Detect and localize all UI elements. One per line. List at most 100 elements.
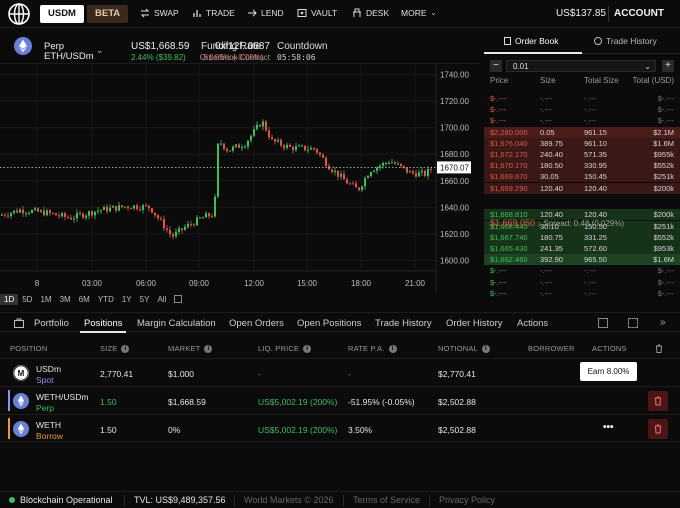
candle-body xyxy=(202,217,204,219)
tick-size-value: 0.01 xyxy=(513,62,529,71)
ob-total-size: 330.95 xyxy=(584,161,607,171)
candle-body xyxy=(211,216,213,218)
bid-row[interactable]: $1,662.460 392.90 965.50 $1.6M xyxy=(484,254,680,266)
timeframe-5y[interactable]: 5Y xyxy=(136,294,154,305)
ob-total-size: -.--- xyxy=(584,116,597,126)
tab-trade-history[interactable]: Trade History xyxy=(594,36,657,46)
nav-vault[interactable]: VAULT xyxy=(297,8,337,18)
nav-trade[interactable]: TRADE xyxy=(192,8,235,18)
privacy-link[interactable]: Privacy Policy xyxy=(439,495,495,505)
empty-book-row[interactable]: $-.--- -.--- -.--- $-.--- xyxy=(484,104,680,115)
candle-body xyxy=(199,217,201,219)
empty-book-row[interactable]: $-.--- -.--- -.--- $-.--- xyxy=(484,115,680,126)
candle-body xyxy=(292,146,294,151)
ob-total-size: -.--- xyxy=(584,288,597,298)
tab-order-history[interactable]: Order History xyxy=(446,318,502,329)
timeframe-5d[interactable]: 5D xyxy=(18,294,36,305)
candle-body xyxy=(388,162,390,164)
candle-body xyxy=(253,129,255,136)
ask-row[interactable]: $1,672.170 240.40 571.35 $955k xyxy=(484,149,680,160)
timeframe-1d[interactable]: 1D xyxy=(0,293,19,305)
nav-usdm-button[interactable]: USDM xyxy=(40,5,84,23)
candle-body xyxy=(109,207,111,212)
tab-open-positions[interactable]: Open Positions xyxy=(297,318,361,329)
candle-body xyxy=(352,183,354,185)
tab-positions[interactable]: Positions xyxy=(84,318,123,329)
info-icon[interactable]: i xyxy=(121,344,130,353)
layout-icon[interactable] xyxy=(598,318,608,328)
candle-body xyxy=(304,145,306,151)
top-nav: USDM BETA SWAP TRADE LEND VAULT DESK MOR… xyxy=(0,0,680,28)
timeframe-6m[interactable]: 6M xyxy=(75,294,94,305)
candle-body xyxy=(10,212,12,216)
candle-body xyxy=(241,147,243,149)
close-position-button[interactable] xyxy=(648,419,668,439)
tab-actions[interactable]: Actions xyxy=(517,318,548,329)
tab-trade-history-bottom[interactable]: Trade History xyxy=(375,318,432,329)
pair-name[interactable]: ETH/USDm xyxy=(44,51,94,62)
tab-open-orders[interactable]: Open Orders xyxy=(229,318,284,329)
empty-book-row[interactable]: $-.--- -.--- -.--- $-.--- xyxy=(484,265,680,276)
tab-order-book[interactable]: Order Book xyxy=(504,36,558,46)
tick-increase-button[interactable]: + xyxy=(662,60,674,72)
ask-row[interactable]: $1,670.170 180.50 330.95 $552k xyxy=(484,160,680,172)
bid-row[interactable]: $1,665.430 241.35 572.60 $953k xyxy=(484,243,680,255)
timeframe-all[interactable]: All xyxy=(153,294,170,305)
close-position-button[interactable] xyxy=(648,391,668,411)
price-chart[interactable]: 1740.00 1720.00 1700.00 1680.00 1670.07 1660.… xyxy=(0,64,480,292)
candle-body xyxy=(157,215,159,219)
ob-total-usd: $-.--- xyxy=(657,116,674,126)
more-options-icon[interactable]: ••• xyxy=(603,422,614,433)
nav-swap[interactable]: SWAP xyxy=(140,8,179,18)
double-chevron-right-icon[interactable]: » xyxy=(660,318,670,328)
ob-price: $1,667.740 xyxy=(490,232,528,242)
nav-more[interactable]: MORE ⌄ xyxy=(401,8,436,18)
tick-size-select[interactable]: 0.01 ⌄ xyxy=(506,60,656,72)
candle-body xyxy=(343,173,345,180)
tick-decrease-button[interactable]: − xyxy=(490,60,502,72)
ask-row[interactable]: $1,669.290 120.40 120.40 $200k xyxy=(484,182,680,194)
timeframe-3m[interactable]: 3M xyxy=(56,294,75,305)
candle-body xyxy=(256,124,258,130)
candle-body xyxy=(400,163,402,166)
expand-icon[interactable] xyxy=(628,318,638,328)
info-icon[interactable]: i xyxy=(303,344,312,353)
calendar-icon[interactable] xyxy=(174,295,183,303)
tab-portfolio[interactable]: Portfolio xyxy=(34,318,69,329)
info-icon[interactable]: i xyxy=(481,344,490,353)
trash-header-icon[interactable] xyxy=(655,344,663,353)
earn-button[interactable]: Earn 8.00% xyxy=(580,362,637,381)
contract-address[interactable]: 0xf12f..0687 xyxy=(215,41,270,52)
globe-logo-icon[interactable] xyxy=(8,3,30,25)
ob-size: 392.90 xyxy=(540,255,563,265)
tvl-value: TVL: US$9,489,357.56 xyxy=(134,495,226,505)
nav-desk[interactable]: DESK xyxy=(352,8,389,18)
candle-body xyxy=(361,186,363,191)
candle-body xyxy=(115,206,117,211)
ask-row[interactable]: $1,669.670 30.05 150.45 $251k xyxy=(484,171,680,183)
timeframe-1m[interactable]: 1M xyxy=(36,294,55,305)
candle-body xyxy=(106,206,108,212)
info-icon[interactable]: i xyxy=(388,344,397,353)
ob-price: $1,676.040 xyxy=(490,138,528,148)
empty-book-row[interactable]: $-.--- -.--- -.--- $-.--- xyxy=(484,288,680,299)
empty-book-row[interactable]: $-.--- -.--- -.--- $-.--- xyxy=(484,93,680,104)
position-type: Perp xyxy=(36,403,54,413)
empty-book-row[interactable]: $-.--- -.--- -.--- $-.--- xyxy=(484,277,680,288)
nav-lend[interactable]: LEND xyxy=(247,8,284,18)
account-button[interactable]: ACCOUNT xyxy=(614,8,664,19)
timeframe-1y[interactable]: 1Y xyxy=(118,294,136,305)
ask-row[interactable]: $2,280.000 0.05 961.15 $2.1M xyxy=(484,126,680,138)
ob-total-usd: $1.6M xyxy=(653,138,674,148)
ob-size: 120.40 xyxy=(540,183,563,193)
candle-body xyxy=(94,211,96,216)
bid-row[interactable]: $1,667.740 180.75 331.25 $552k xyxy=(484,231,680,243)
terms-link[interactable]: Terms of Service xyxy=(353,495,420,505)
pair-chevron-down-icon[interactable]: ⌄ xyxy=(96,45,104,56)
info-icon[interactable]: i xyxy=(204,344,213,353)
tab-margin-calculation[interactable]: Margin Calculation xyxy=(137,318,216,329)
y-tick-label: 1640.00 xyxy=(440,203,469,212)
ask-row[interactable]: $1,676.040 389.75 961.10 $1.6M xyxy=(484,137,680,149)
candle-body xyxy=(70,217,72,220)
timeframe-ytd[interactable]: YTD xyxy=(94,294,118,305)
